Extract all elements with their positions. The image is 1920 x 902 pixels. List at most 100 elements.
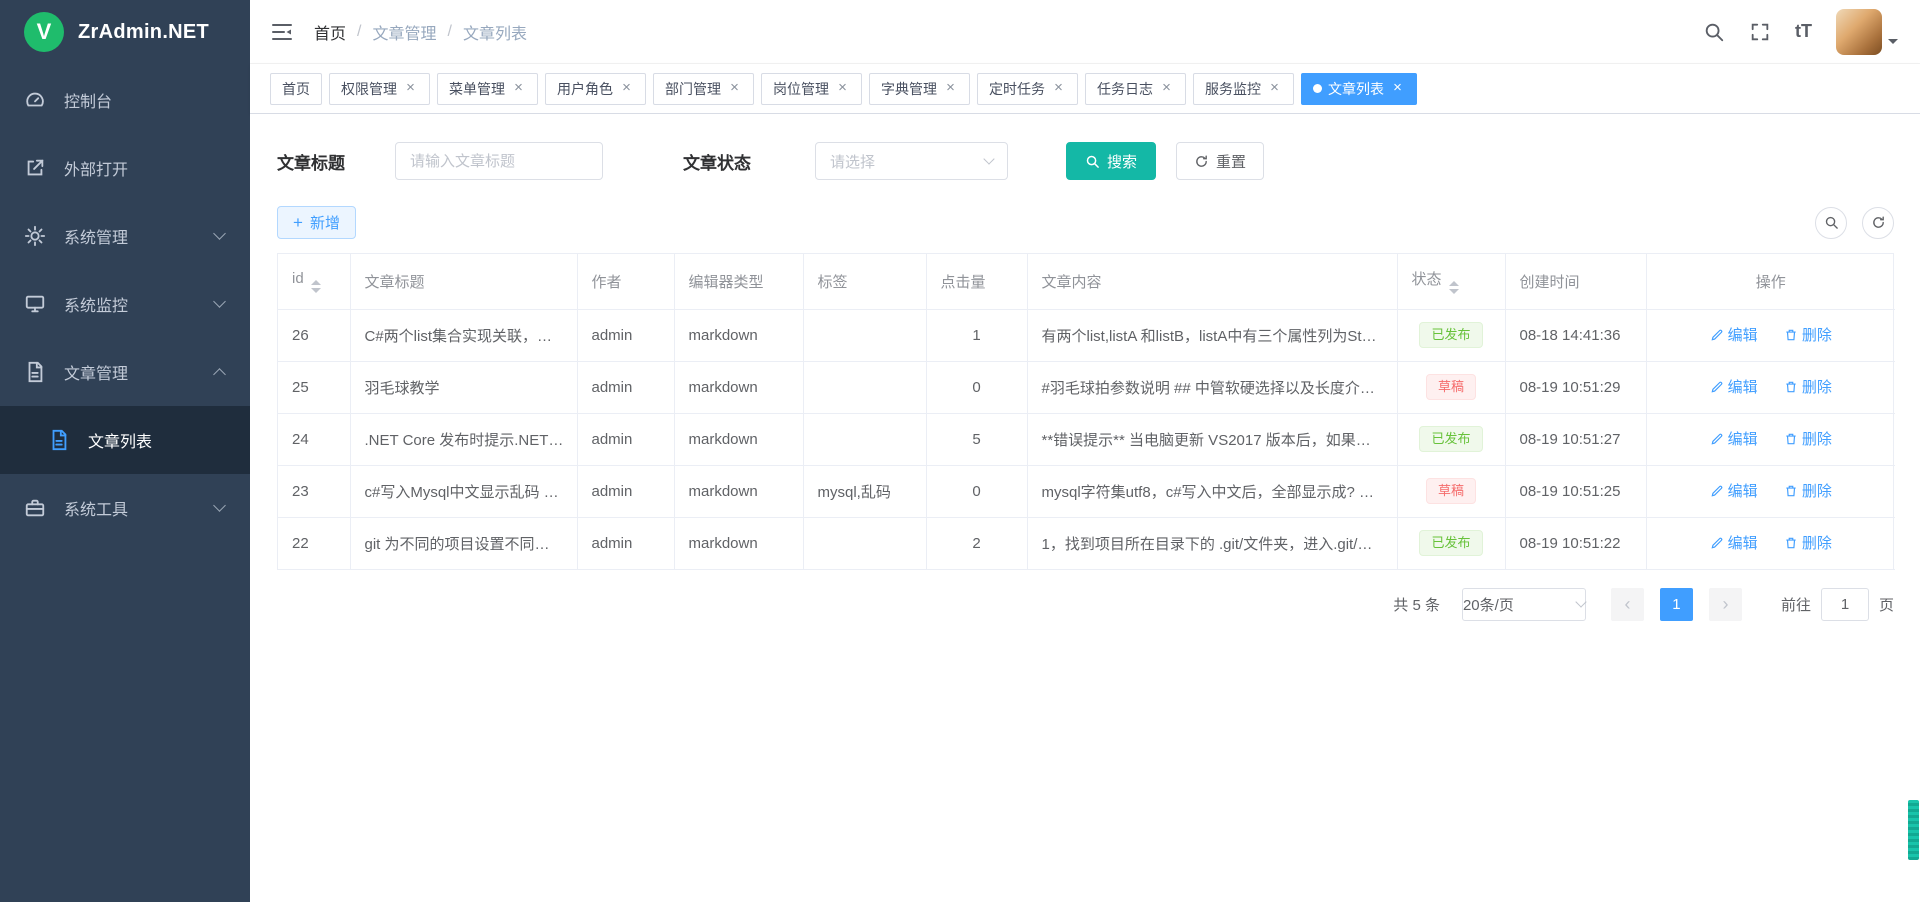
pencil-icon [1710, 484, 1724, 498]
cell-id: 26 [278, 309, 350, 361]
close-icon[interactable]: × [511, 81, 526, 96]
column-header-tags: 标签 [803, 254, 926, 309]
avatar[interactable] [1836, 9, 1882, 55]
edit-button[interactable]: 编辑 [1710, 532, 1758, 553]
tab-menu-management[interactable]: 菜单管理× [437, 73, 538, 105]
font-size-icon[interactable]: tT [1795, 21, 1812, 42]
delete-button[interactable]: 删除 [1784, 480, 1832, 501]
column-header-id[interactable]: id [278, 254, 350, 309]
status-badge: 已发布 [1419, 322, 1482, 349]
cell-author: admin [577, 361, 674, 413]
close-icon[interactable]: × [835, 81, 850, 96]
close-icon[interactable]: × [1051, 81, 1066, 96]
reset-button[interactable]: 重置 [1176, 142, 1264, 180]
tab-service-monitor[interactable]: 服务监控× [1193, 73, 1294, 105]
cell-content: 有两个list,listA 和listB，listA中有三个属性列为St… [1027, 309, 1397, 361]
goto-page-input[interactable] [1821, 588, 1869, 621]
cell-title: git 为不同的项目设置不同… [350, 517, 577, 569]
cell-editor: markdown [674, 361, 803, 413]
refresh-icon [1194, 154, 1209, 169]
close-icon[interactable]: × [1159, 81, 1174, 96]
sidebar-item-system-monitor[interactable]: 系统监控 [0, 270, 250, 338]
close-icon[interactable]: × [727, 81, 742, 96]
article-status-label: 文章状态 [683, 149, 751, 174]
user-menu[interactable] [1836, 9, 1898, 55]
edit-button[interactable]: 编辑 [1710, 428, 1758, 449]
tab-home[interactable]: 首页 [270, 73, 322, 105]
column-header-title: 文章标题 [350, 254, 577, 309]
page-size-value: 20条/页 [1463, 594, 1514, 615]
cell-editor: markdown [674, 465, 803, 517]
goto-label: 前往 [1781, 594, 1811, 615]
toggle-search-button[interactable] [1815, 207, 1847, 239]
sidebar-item-dashboard[interactable]: 控制台 [0, 66, 250, 134]
article-status-select[interactable]: 请选择 [815, 142, 1008, 180]
trash-icon [1784, 328, 1798, 342]
prev-page-button[interactable]: ‹ [1611, 588, 1644, 621]
sidebar-item-system-tools[interactable]: 系统工具 [0, 474, 250, 542]
close-icon[interactable]: × [943, 81, 958, 96]
sidebar-item-article-list[interactable]: 文章列表 [0, 406, 250, 474]
search-button[interactable]: 搜索 [1066, 142, 1156, 180]
close-icon[interactable]: × [403, 81, 418, 96]
edit-button[interactable]: 编辑 [1710, 324, 1758, 345]
tab-dict-management[interactable]: 字典管理 × [869, 73, 970, 105]
scrollbar-thumb[interactable] [1908, 800, 1919, 860]
delete-button[interactable]: 删除 [1784, 428, 1832, 449]
close-icon[interactable]: × [1267, 81, 1282, 96]
cell-title: c#写入Mysql中文显示乱码 … [350, 465, 577, 517]
tab-scheduled-tasks[interactable]: 定时任务 × [977, 73, 1078, 105]
article-title-input[interactable] [395, 142, 603, 180]
sort-control[interactable] [1449, 281, 1459, 294]
tab-permission-management[interactable]: 权限管理 × [329, 73, 430, 105]
breadcrumb-article-management[interactable]: 文章管理 [372, 20, 436, 44]
cell-title: C#两个list集合实现关联，… [350, 309, 577, 361]
chevron-up-icon [213, 368, 226, 381]
page-content: 文章标题 文章状态 请选择 搜索 重置 + [250, 114, 1920, 902]
tab-article-list[interactable]: 文章列表× [1301, 73, 1417, 105]
sidebar-item-label: 系统工具 [64, 496, 128, 520]
tab-label: 权限管理 [341, 79, 397, 99]
table-row: 22 git 为不同的项目设置不同… admin markdown 2 1，找到… [278, 517, 1895, 569]
edit-button[interactable]: 编辑 [1710, 376, 1758, 397]
sidebar-item-external-open[interactable]: 外部打开 [0, 134, 250, 202]
tab-user-role[interactable]: 用户角色× [545, 73, 646, 105]
next-page-button[interactable]: › [1709, 588, 1742, 621]
chevron-down-icon [983, 153, 994, 164]
delete-button[interactable]: 删除 [1784, 376, 1832, 397]
search-icon [1824, 215, 1839, 230]
tab-department-management[interactable]: 部门管理× [653, 73, 754, 105]
fullscreen-icon[interactable] [1749, 21, 1771, 43]
close-icon[interactable]: × [619, 81, 634, 96]
column-header-editor-type: 编辑器类型 [674, 254, 803, 309]
sidebar-item-article-management[interactable]: 文章管理 [0, 338, 250, 406]
search-icon[interactable] [1703, 21, 1725, 43]
trash-icon [1784, 484, 1798, 498]
cell-clicks: 0 [926, 361, 1027, 413]
page-number-button[interactable]: 1 [1660, 588, 1693, 621]
refresh-table-button[interactable] [1862, 207, 1894, 239]
sidebar-item-system-management[interactable]: 系统管理 [0, 202, 250, 270]
delete-button[interactable]: 删除 [1784, 324, 1832, 345]
cell-tags [803, 309, 926, 361]
breadcrumb-home[interactable]: 首页 [314, 20, 346, 44]
column-header-status[interactable]: 状态 [1397, 254, 1505, 309]
tab-label: 定时任务 [989, 79, 1045, 99]
sidebar-collapse-icon[interactable] [270, 20, 294, 44]
chevron-down-icon [213, 227, 226, 240]
page-size-select[interactable]: 20条/页 [1462, 588, 1586, 621]
app-logo[interactable]: V ZrAdmin.NET [0, 0, 250, 64]
pencil-icon [1710, 536, 1724, 550]
sort-control[interactable] [311, 280, 321, 293]
tab-task-log[interactable]: 任务日志× [1085, 73, 1186, 105]
tab-label: 字典管理 [881, 79, 937, 99]
breadcrumb-article-list: 文章列表 [463, 20, 527, 44]
add-button[interactable]: + 新增 [277, 206, 356, 239]
delete-button[interactable]: 删除 [1784, 532, 1832, 553]
edit-button[interactable]: 编辑 [1710, 480, 1758, 501]
close-icon[interactable]: × [1390, 81, 1405, 96]
sidebar-item-label: 文章列表 [88, 428, 152, 452]
cell-status: 草稿 [1397, 465, 1505, 517]
search-icon [1085, 154, 1100, 169]
tab-post-management[interactable]: 岗位管理× [761, 73, 862, 105]
